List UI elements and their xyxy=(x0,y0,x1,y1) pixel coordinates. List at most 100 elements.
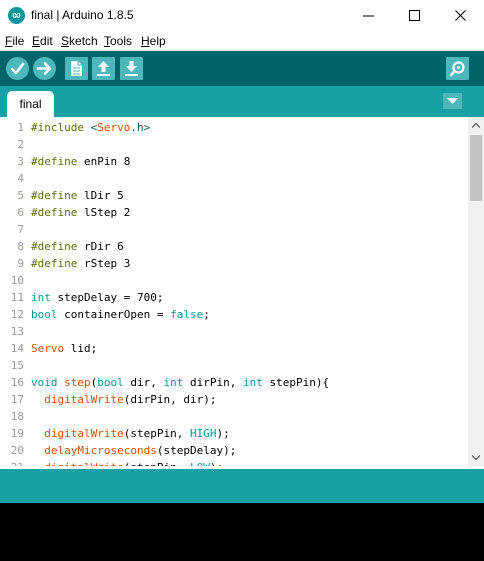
maximize-icon xyxy=(409,10,420,21)
console-output xyxy=(0,503,484,561)
line-number: 7 xyxy=(17,223,24,236)
line-number: 14 xyxy=(10,342,24,355)
save-button[interactable] xyxy=(120,57,143,80)
maximize-button[interactable] xyxy=(392,0,438,31)
code-line: digitalWrite(stepPin, LOW); xyxy=(31,459,223,466)
line-number: 10 xyxy=(10,274,24,287)
code-token: (stepDelay); xyxy=(156,444,237,457)
code-token: (stepPin, xyxy=(123,427,190,440)
code-line: #include <Servo.h> xyxy=(31,119,150,136)
menu-help[interactable]: Help xyxy=(141,33,166,49)
close-button[interactable] xyxy=(438,0,484,31)
menu-tools[interactable]: Tools xyxy=(104,33,132,49)
line-number: 18 xyxy=(10,410,24,423)
line-number: 16 xyxy=(10,376,24,389)
tab-final[interactable]: final xyxy=(7,91,54,117)
upload-arrow-icon xyxy=(36,62,52,75)
code-line: #define rDir 6 xyxy=(31,238,124,255)
code-line: digitalWrite(dirPin, dir); xyxy=(31,391,216,408)
line-number: 8 xyxy=(17,240,24,253)
code-editor[interactable]: 123456789101112131415161718192021 #inclu… xyxy=(0,117,484,466)
minimize-button[interactable] xyxy=(346,0,392,31)
code-token: int xyxy=(242,376,263,389)
menu-file[interactable]: File xyxy=(5,33,24,49)
code-token: enPin 8 xyxy=(83,155,131,168)
verify-button[interactable] xyxy=(6,57,29,80)
code-line: Servo lid; xyxy=(31,340,97,357)
line-number: 15 xyxy=(10,359,24,372)
code-token: int xyxy=(31,291,51,304)
title-bar: ∞ final | Arduino 1.8.5 xyxy=(0,0,484,31)
code-token: false xyxy=(170,308,204,321)
code-line: #define lDir 5 xyxy=(31,187,124,204)
menu-bar: File Edit Sketch Tools Help xyxy=(0,31,484,51)
code-line: #define rStep 3 xyxy=(31,255,130,272)
new-file-icon xyxy=(71,61,82,76)
scroll-down-icon[interactable] xyxy=(472,455,480,460)
menu-edit[interactable]: Edit xyxy=(32,33,53,49)
code-token: lDir 5 xyxy=(83,189,124,202)
code-token: step xyxy=(64,376,91,389)
open-up-arrow-icon xyxy=(97,61,110,76)
magnifier-icon xyxy=(449,61,465,77)
code-token: digitalWrite xyxy=(44,393,124,406)
status-bar xyxy=(0,469,484,503)
code-token: #define xyxy=(31,257,84,270)
line-number: 19 xyxy=(10,427,24,440)
toolbar xyxy=(0,51,484,86)
arduino-infinity-icon: ∞ xyxy=(8,7,25,24)
close-icon xyxy=(455,10,466,21)
line-number: 17 xyxy=(10,393,24,406)
line-number: 20 xyxy=(10,444,24,457)
code-token: Servo xyxy=(31,342,65,355)
chevron-down-icon xyxy=(447,98,458,104)
code-line: void step(bool dir, int dirPin, int step… xyxy=(31,374,329,391)
code-line: delayMicroseconds(stepDelay); xyxy=(31,442,236,459)
code-token: (dirPin, dir); xyxy=(123,393,217,406)
code-token: int xyxy=(163,376,184,389)
line-number: 21 xyxy=(0,459,24,466)
code-token: rDir 6 xyxy=(83,240,124,253)
line-number: 1 xyxy=(17,121,24,134)
code-token: bool xyxy=(97,376,124,389)
minimize-icon xyxy=(363,15,374,17)
tab-menu-button[interactable] xyxy=(443,93,462,109)
code-token: #define xyxy=(31,206,84,219)
code-token: containerOpen = xyxy=(57,308,171,321)
open-button[interactable] xyxy=(92,57,115,80)
code-line: int stepDelay = 700; xyxy=(31,289,163,306)
serial-monitor-button[interactable] xyxy=(446,57,469,80)
scrollbar-thumb[interactable] xyxy=(470,135,482,201)
tab-label: final xyxy=(19,97,42,111)
code-token: dir, xyxy=(123,376,164,389)
code-token: lid; xyxy=(64,342,98,355)
code-line: #define enPin 8 xyxy=(31,153,130,170)
code-token: stepDelay = 700; xyxy=(50,291,164,304)
code-token: stepPin){ xyxy=(262,376,330,389)
line-number: 3 xyxy=(17,155,24,168)
window-title: final | Arduino 1.8.5 xyxy=(31,8,134,22)
line-number-gutter: 123456789101112131415161718192021 xyxy=(0,117,28,466)
line-number: 13 xyxy=(10,325,24,338)
menu-sketch[interactable]: Sketch xyxy=(61,33,98,49)
code-token: HIGH xyxy=(189,427,217,440)
code-token: ; xyxy=(203,308,210,321)
code-token: void xyxy=(31,376,58,389)
save-down-arrow-icon xyxy=(125,61,138,76)
code-token: #define xyxy=(31,189,84,202)
new-sketch-button[interactable] xyxy=(65,57,88,80)
code-token: #include xyxy=(31,121,91,134)
vertical-scrollbar[interactable] xyxy=(468,117,484,466)
code-token: rStep 3 xyxy=(83,257,131,270)
code-token: lStep 2 xyxy=(83,206,131,219)
upload-button[interactable] xyxy=(33,57,56,80)
code-token: bool xyxy=(31,308,58,321)
code-token: digitalWrite xyxy=(44,427,124,440)
scroll-up-icon[interactable] xyxy=(472,123,480,128)
code-line: digitalWrite(stepPin, HIGH); xyxy=(31,425,229,442)
code-token: Servo xyxy=(97,121,131,134)
line-number: 11 xyxy=(10,291,24,304)
